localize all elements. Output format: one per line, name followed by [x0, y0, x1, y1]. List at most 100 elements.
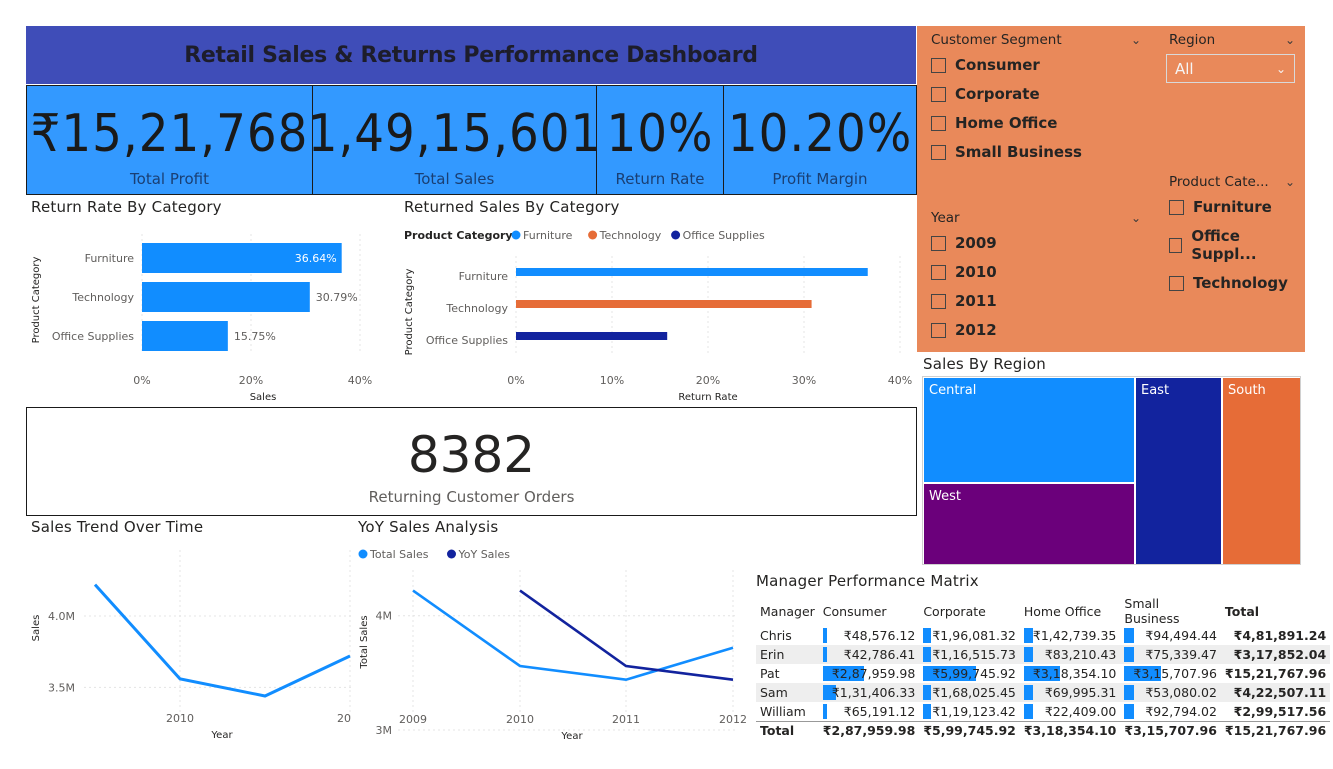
matrix-value-text: ₹3,18,354.10	[1032, 666, 1117, 681]
year-option-2010[interactable]: 2010	[931, 263, 1141, 281]
checkbox[interactable]	[931, 235, 946, 251]
checkbox[interactable]	[1169, 275, 1184, 291]
data-bar	[1023, 685, 1033, 700]
checkbox[interactable]	[931, 86, 946, 102]
x-tick-label: 20%	[696, 374, 720, 387]
returning-orders-card[interactable]: 8382 Returning Customer Orders	[26, 407, 917, 516]
chevron-down-icon[interactable]: ⌄	[1131, 33, 1141, 47]
segment-option-corporate[interactable]: Corporate	[931, 85, 1141, 103]
checkbox[interactable]	[931, 293, 946, 309]
data-label: 30.79%	[316, 291, 358, 304]
matrix-value-text: ₹69,995.31	[1044, 685, 1117, 700]
treemap-tile-west[interactable]: West	[924, 484, 1134, 564]
table-row[interactable]: Chris ₹48,576.12 ₹1,96,081.32 ₹1,42,739.35 ₹…	[756, 626, 1330, 645]
returning-orders-value: 8382	[407, 426, 536, 484]
matrix-header[interactable]: Small Business	[1120, 596, 1221, 626]
matrix-header[interactable]: Home Office	[1020, 596, 1121, 626]
x-tick-label: 20	[337, 712, 351, 725]
year-option-2009[interactable]: 2009	[931, 234, 1141, 252]
kpi-total-profit[interactable]: ₹15,21,768 Total Profit	[26, 85, 313, 195]
return-rate-chart[interactable]: 0% 20% 40% Furniture 36.64% Technology 30.79% O…	[26, 220, 386, 406]
matrix-value-cell: ₹1,19,123.42	[919, 702, 1020, 721]
legend-title: Product Category	[404, 229, 513, 242]
kpi-label: Profit Margin	[772, 170, 868, 188]
x-tick-label: 30%	[792, 374, 816, 387]
y-category-label: Furniture	[459, 270, 509, 283]
kpi-label: Total Profit	[130, 170, 209, 188]
matrix-value-cell: ₹1,96,081.32	[919, 626, 1020, 645]
yoy-sales-chart[interactable]: Total Sales YoY Sales 3M 4M 2009 2010 2011 2012…	[354, 540, 750, 745]
chevron-down-icon[interactable]: ⌄	[1285, 175, 1295, 189]
segment-slicer: Customer Segment ⌄ Consumer Corporate Ho…	[931, 32, 1141, 161]
checkbox[interactable]	[1169, 237, 1183, 253]
legend-item: YoY Sales	[458, 548, 511, 561]
checkbox[interactable]	[931, 144, 946, 160]
matrix-header[interactable]: Total	[1221, 596, 1330, 626]
matrix-value-text: ₹53,080.02	[1145, 685, 1217, 700]
matrix-value-text: ₹65,191.12	[843, 703, 916, 719]
matrix-value-text: ₹2,87,959.98	[831, 666, 916, 681]
segment-option-small-business[interactable]: Small Business	[931, 143, 1141, 161]
table-row[interactable]: William ₹65,191.12 ₹1,19,123.42 ₹22,409.00 ₹…	[756, 702, 1330, 721]
category-option-furniture[interactable]: Furniture	[1169, 198, 1295, 216]
sales-trend-chart[interactable]: 3.5M 4.0M 2010 20 Year Sales	[26, 540, 352, 745]
y-tick-label: 3M	[376, 724, 393, 737]
data-bar	[1023, 628, 1033, 643]
manager-performance-matrix[interactable]: Manager Consumer Corporate Home Office S…	[756, 596, 1331, 740]
region-selected-value: All	[1175, 59, 1194, 78]
matrix-row-total: ₹2,99,517.56	[1233, 703, 1327, 719]
treemap-tile-central[interactable]: Central	[924, 378, 1134, 482]
region-slicer-title: Region	[1169, 32, 1216, 48]
table-row[interactable]: Erin ₹42,786.41 ₹1,16,515.73 ₹83,210.43 ₹75,…	[756, 645, 1331, 664]
y-category-label: Technology	[445, 302, 508, 315]
matrix-header[interactable]: Manager	[756, 596, 819, 626]
matrix-value-cell: ₹1,16,515.73	[919, 645, 1020, 664]
matrix-row-total: ₹4,81,891.24	[1233, 628, 1327, 643]
legend-marker	[447, 549, 456, 559]
segment-option-consumer[interactable]: Consumer	[931, 56, 1141, 74]
matrix-row-total: ₹4,22,507.11	[1220, 683, 1331, 702]
checkbox[interactable]	[931, 264, 946, 280]
data-bar	[822, 704, 827, 719]
year-option-2012[interactable]: 2012	[931, 321, 1141, 339]
matrix-column-total: ₹5,99,745.92	[919, 720, 1020, 740]
matrix-header[interactable]: Consumer	[819, 596, 920, 626]
matrix-value-cell: ₹1,31,406.33	[818, 683, 920, 702]
matrix-value-cell: ₹2,87,959.98	[819, 664, 920, 683]
matrix-row-total: ₹15,21,767.96	[1224, 666, 1327, 681]
region-dropdown[interactable]: All ⌄	[1166, 54, 1295, 83]
sales-trend-chart-title: Sales Trend Over Time	[31, 518, 204, 536]
matrix-manager-cell: Erin	[756, 645, 819, 664]
checkbox[interactable]	[931, 322, 946, 338]
chevron-down-icon[interactable]: ⌄	[1131, 211, 1141, 225]
x-axis-title: Year	[560, 731, 583, 742]
category-slicer: Product Cate... ⌄ Furniture Office Suppl…	[1169, 174, 1295, 292]
slicer-panel: Customer Segment ⌄ Consumer Corporate Ho…	[917, 26, 1305, 352]
table-row[interactable]: Sam ₹1,31,406.33 ₹1,68,025.45 ₹69,995.31 ₹53…	[756, 683, 1331, 702]
y-category-label: Furniture	[85, 252, 135, 265]
returned-sales-chart[interactable]: Product Category Furniture Technology Offic…	[400, 220, 916, 406]
returning-orders-label: Returning Customer Orders	[368, 488, 575, 506]
checkbox[interactable]	[931, 57, 946, 73]
matrix-header[interactable]: Corporate	[919, 596, 1020, 626]
segment-option-home-office[interactable]: Home Office	[931, 114, 1141, 132]
checkbox[interactable]	[1169, 199, 1184, 215]
kpi-total-sales[interactable]: 1,49,15,601 Total Sales	[312, 85, 597, 195]
kpi-profit-margin[interactable]: 10.20% Profit Margin	[723, 85, 917, 195]
legend-item: Technology	[599, 229, 662, 242]
category-option-technology[interactable]: Technology	[1169, 274, 1295, 292]
kpi-return-rate[interactable]: 10% Return Rate	[596, 85, 724, 195]
year-option-2011[interactable]: 2011	[931, 292, 1141, 310]
table-row[interactable]: Pat ₹2,87,959.98 ₹5,99,745.92 ₹3,18,354.10 ₹…	[756, 664, 1330, 683]
category-option-office-supplies[interactable]: Office Suppl...	[1169, 227, 1295, 263]
x-tick-label: 20%	[239, 374, 263, 387]
y-tick-label: 4.0M	[48, 610, 75, 623]
treemap-tile-south[interactable]: South	[1223, 378, 1300, 564]
chevron-down-icon[interactable]: ⌄	[1285, 33, 1295, 47]
matrix-value-text: ₹22,409.00	[1044, 703, 1117, 719]
x-tick-label: 0%	[507, 374, 524, 387]
treemap-tile-east[interactable]: East	[1136, 378, 1221, 564]
x-tick-label: 2012	[719, 713, 747, 726]
y-axis-title: Sales	[31, 615, 42, 642]
checkbox[interactable]	[931, 115, 946, 131]
